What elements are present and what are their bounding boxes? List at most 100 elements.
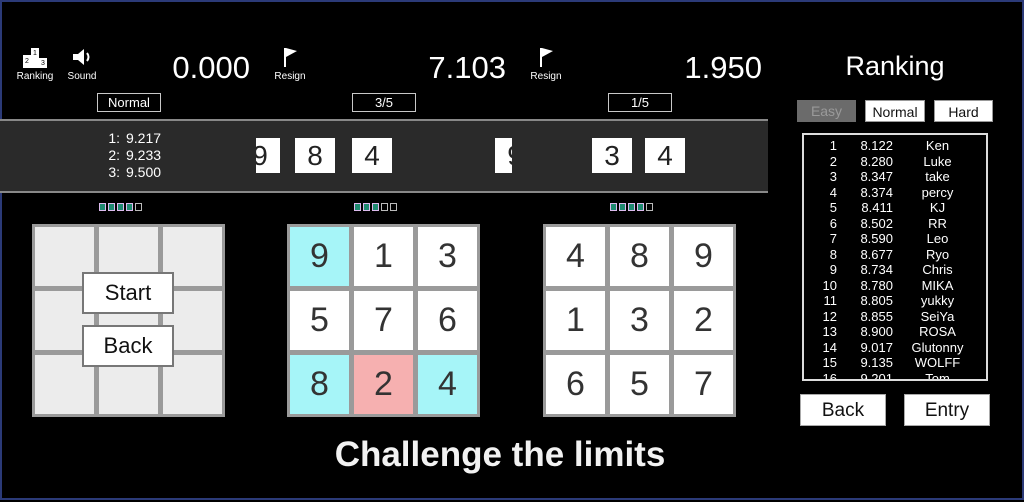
board-cell[interactable]: 1 — [546, 291, 605, 350]
ranking-name: yukky — [920, 293, 955, 308]
ranking-row: 15 9.135 WOLFF — [804, 355, 986, 371]
progress-dot — [108, 203, 115, 211]
flag-icon — [284, 48, 297, 67]
board-cell[interactable]: 5 — [610, 355, 669, 414]
ranking-row: 10 8.780 MIKA — [804, 278, 986, 294]
ranking-rank: 12 — [822, 308, 837, 324]
best-records: 1: 9.217 2: 9.233 3: 9.500 — [88, 130, 186, 181]
cpu2-progress — [610, 203, 653, 211]
player-mode-badge: Normal — [97, 93, 161, 112]
progress-dot — [363, 203, 370, 211]
cpu1-progress-badge: 3/5 — [352, 93, 416, 112]
record-row: 2: 9.233 — [88, 147, 186, 164]
podium-digit-third: 3 — [41, 60, 45, 67]
ranking-row: 9 8.734 Chris — [804, 262, 986, 278]
speaker-icon — [73, 49, 90, 65]
sound-button[interactable]: Sound — [57, 46, 107, 82]
progress-dot — [126, 203, 133, 211]
board-cell[interactable]: 1 — [354, 227, 413, 286]
board-cell[interactable]: 5 — [290, 291, 349, 350]
progress-dot — [381, 203, 388, 211]
ranking-row: 14 9.017 Glutonny — [804, 340, 986, 356]
ranking-time: 9.201 — [860, 370, 893, 381]
ranking-row: 16 9.201 Tom — [804, 370, 986, 381]
sequence-card: 8 — [295, 138, 335, 173]
board-cell[interactable]: 3 — [610, 291, 669, 350]
progress-dot — [135, 203, 142, 211]
ranking-label: Ranking — [16, 71, 54, 82]
ranking-rank: 13 — [822, 324, 837, 339]
resign-button-cpu1[interactable]: Resign — [265, 46, 315, 82]
board-cell[interactable]: 3 — [418, 227, 477, 286]
resign-label: Resign — [530, 71, 562, 82]
progress-dot — [99, 203, 106, 211]
cpu2-time: 1.950 — [684, 50, 762, 85]
ranking-rank: 10 — [822, 277, 837, 293]
ranking-list[interactable]: 1 8.122 Ken 2 8.280 Luke 3 8.347 take 4 8.374 percy… — [802, 133, 988, 381]
ranking-time: 8.347 — [860, 169, 893, 184]
board-cell[interactable]: 4 — [546, 227, 605, 286]
board-cell[interactable]: 6 — [418, 291, 477, 350]
ranking-row: 13 8.900 ROSA — [804, 324, 986, 340]
tab-easy[interactable]: Easy — [797, 100, 856, 122]
ranking-row: 6 8.502 RR — [804, 216, 986, 232]
sequence-card: 4 — [352, 138, 392, 173]
ranking-row: 1 8.122 Ken — [804, 138, 986, 154]
ranking-name: percy — [921, 184, 954, 200]
ranking-rank: 15 — [822, 355, 837, 370]
ranking-button[interactable]: 1 2 3 Ranking — [10, 46, 60, 82]
ranking-time: 9.017 — [860, 339, 893, 355]
ranking-rank: 9 — [829, 262, 837, 277]
ranking-rows: 1 8.122 Ken 2 8.280 Luke 3 8.347 take 4 8.374 percy… — [804, 135, 986, 381]
back-button[interactable]: Back — [82, 325, 174, 367]
board-cell[interactable]: 8 — [610, 227, 669, 286]
ranking-name: take — [925, 169, 950, 184]
ranking-row: 11 8.805 yukky — [804, 293, 986, 309]
ranking-name: Ryo — [925, 246, 950, 262]
ranking-name: Tom — [925, 370, 950, 381]
ranking-row: 4 8.374 percy — [804, 185, 986, 201]
ranking-time: 8.122 — [860, 138, 893, 153]
sequence-card: 4 — [645, 138, 685, 173]
board-cell[interactable]: 7 — [354, 291, 413, 350]
resign-button-cpu2[interactable]: Resign — [521, 46, 571, 82]
ranking-row: 8 8.677 Ryo — [804, 247, 986, 263]
entry-button[interactable]: Entry — [904, 394, 990, 426]
ranking-back-button[interactable]: Back — [800, 394, 886, 426]
board-cell[interactable]: 4 — [418, 355, 477, 414]
board-cell[interactable]: 2 — [354, 355, 413, 414]
sequence-clip: 9 — [256, 121, 280, 191]
ranking-rank: 11 — [823, 293, 838, 308]
record-time: 9.500 — [126, 164, 162, 180]
ranking-rank: 3 — [829, 169, 837, 184]
ranking-title: Ranking — [845, 51, 945, 81]
ranking-time: 9.135 — [860, 355, 893, 370]
cpu2-progress-badge: 1/5 — [608, 93, 672, 112]
record-time: 9.233 — [126, 147, 162, 163]
resign-label: Resign — [274, 71, 306, 82]
podium-digit-first: 1 — [33, 50, 37, 57]
player-time: 0.000 — [172, 50, 250, 85]
board-cell[interactable]: 2 — [674, 291, 733, 350]
board-cell[interactable]: 8 — [290, 355, 349, 414]
ranking-row: 3 8.347 take — [804, 169, 986, 185]
podium-icon: 1 2 3 — [23, 48, 47, 68]
player-board — [32, 224, 225, 417]
progress-dot — [637, 203, 644, 211]
ranking-time: 8.780 — [860, 277, 893, 293]
board-cell[interactable]: 7 — [674, 355, 733, 414]
ranking-rank: 2 — [829, 153, 837, 169]
start-button[interactable]: Start — [82, 272, 174, 314]
ranking-rank: 4 — [829, 184, 837, 200]
ranking-name: SeiYa — [920, 308, 955, 324]
board-cell[interactable]: 9 — [674, 227, 733, 286]
board-cell[interactable]: 9 — [290, 227, 349, 286]
progress-dot — [619, 203, 626, 211]
tab-normal[interactable]: Normal — [865, 100, 925, 122]
record-row: 1: 9.217 — [88, 130, 186, 147]
sequence-clip: 9 — [495, 121, 512, 191]
ranking-rank: 16 — [822, 370, 837, 381]
board-cell[interactable]: 6 — [546, 355, 605, 414]
ranking-time: 8.734 — [860, 262, 893, 277]
tab-hard[interactable]: Hard — [934, 100, 993, 122]
